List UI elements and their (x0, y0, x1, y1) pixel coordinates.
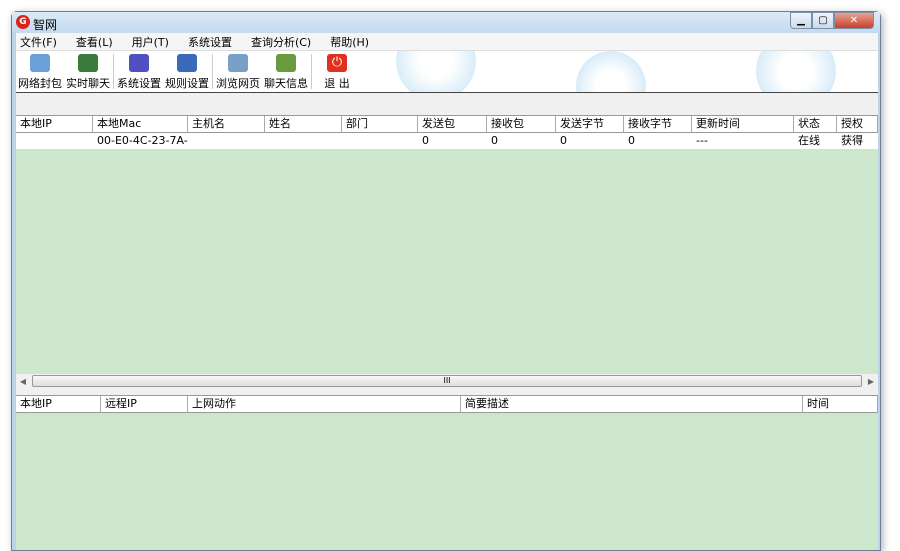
toolbar-label: 聊天信息 (264, 77, 308, 90)
column-header[interactable]: 授权 (837, 116, 878, 133)
gear-icon (129, 54, 149, 72)
column-header[interactable]: 接收字节 (624, 116, 692, 133)
lower-table-header: 本地IP 远程IP 上网动作 简要描述 时间 (16, 395, 878, 413)
menu-file[interactable]: 文件(F) (16, 34, 66, 50)
scrollbar-thumb[interactable]: III (32, 375, 862, 387)
toolbar-label: 网络封包 (18, 77, 62, 90)
menu-user[interactable]: 用户(T) (128, 34, 178, 50)
table-cell: 0 (491, 134, 498, 147)
column-header[interactable]: 本地Mac (93, 116, 188, 133)
table-cell: 获得 (841, 134, 863, 147)
menu-view[interactable]: 查看(L) (72, 34, 122, 50)
column-header[interactable]: 简要描述 (461, 396, 803, 413)
table-cell: 0 (628, 134, 635, 147)
browser-icon (228, 54, 248, 72)
toolbar-separator (212, 54, 213, 89)
toolbar-button-1[interactable]: 实时聊天 (64, 51, 112, 92)
table-cell: 0 (422, 134, 429, 147)
column-header[interactable]: 更新时间 (692, 116, 794, 133)
toolbar-label: 系统设置 (117, 77, 161, 90)
toolbar-separator (113, 54, 114, 89)
minimize-button[interactable]: ▁ (790, 12, 812, 29)
table-row[interactable]: 00-E0-4C-23-7A-D4 0 0 0 0 --- 在线 获得 (16, 133, 878, 149)
menu-bar: 文件(F) 查看(L) 用户(T) 系统设置 查询分析(C) 帮助(H) (16, 33, 878, 51)
table-cell: 在线 (798, 134, 820, 147)
column-header[interactable]: 本地IP (16, 116, 93, 133)
column-header[interactable]: 时间 (803, 396, 878, 413)
toolbar-label: 退 出 (324, 77, 350, 90)
toolbar-button-6[interactable]: ⏻ 退 出 (313, 51, 361, 92)
table-cell: --- (696, 134, 708, 147)
column-header[interactable]: 本地IP (16, 396, 101, 413)
column-header[interactable]: 状态 (794, 116, 837, 133)
rules-icon (177, 54, 197, 72)
toolbar-label: 实时聊天 (66, 77, 110, 90)
power-icon: ⏻ (327, 54, 347, 72)
toolbar-button-5[interactable]: 聊天信息 (262, 51, 310, 92)
column-header[interactable]: 姓名 (265, 116, 342, 133)
menu-query[interactable]: 查询分析(C) (247, 34, 320, 50)
horizontal-scrollbar[interactable]: ◀ III ▶ (16, 374, 878, 389)
toolbar-button-0[interactable]: 网络封包 (16, 51, 64, 92)
scroll-left-arrow-icon[interactable]: ◀ (16, 374, 30, 389)
toolbar-label: 浏览网页 (216, 77, 260, 90)
column-header[interactable]: 接收包 (487, 116, 556, 133)
column-header[interactable]: 上网动作 (188, 396, 461, 413)
close-button[interactable]: ✕ (834, 12, 874, 29)
lower-table-body (16, 413, 878, 550)
toolbar-button-3[interactable]: 规则设置 (163, 51, 211, 92)
menu-help[interactable]: 帮助(H) (326, 34, 378, 50)
title-bar: G 智网 ▁ ▢ ✕ (12, 12, 880, 33)
toolbar-separator (311, 54, 312, 89)
scroll-right-arrow-icon[interactable]: ▶ (864, 374, 878, 389)
app-window: G 智网 ▁ ▢ ✕ 文件(F) 查看(L) 用户(T) 系统设置 查询分析(C… (11, 11, 881, 551)
network-icon (30, 54, 50, 72)
menu-settings[interactable]: 系统设置 (184, 34, 241, 50)
toolbar-button-2[interactable]: 系统设置 (115, 51, 163, 92)
column-header[interactable]: 部门 (342, 116, 418, 133)
table-cell: 0 (560, 134, 567, 147)
column-header[interactable]: 远程IP (101, 396, 188, 413)
toolbar-button-4[interactable]: 浏览网页 (214, 51, 262, 92)
window-title: 智网 (33, 18, 58, 32)
toolbar: 网络封包 实时聊天 系统设置 规则设置 浏览网页 聊天信息 ⏻ 退 出 (16, 51, 878, 93)
column-header[interactable]: 发送包 (418, 116, 487, 133)
table-cell: 00-E0-4C-23-7A-D4 (97, 134, 188, 147)
column-header[interactable]: 发送字节 (556, 116, 624, 133)
toolbar-label: 规则设置 (165, 77, 209, 90)
eye-icon (78, 54, 98, 72)
app-logo-icon: G (16, 15, 30, 29)
upper-table-header: 本地IP 本地Mac 主机名 姓名 部门 发送包 接收包 发送字节 接收字节 更新时间 状态 授权 (16, 115, 878, 133)
chat-info-icon (276, 54, 296, 72)
column-header[interactable]: 主机名 (188, 116, 265, 133)
upper-table-body: 00-E0-4C-23-7A-D4 0 0 0 0 --- 在线 获得 (16, 133, 878, 374)
maximize-button[interactable]: ▢ (812, 12, 834, 29)
